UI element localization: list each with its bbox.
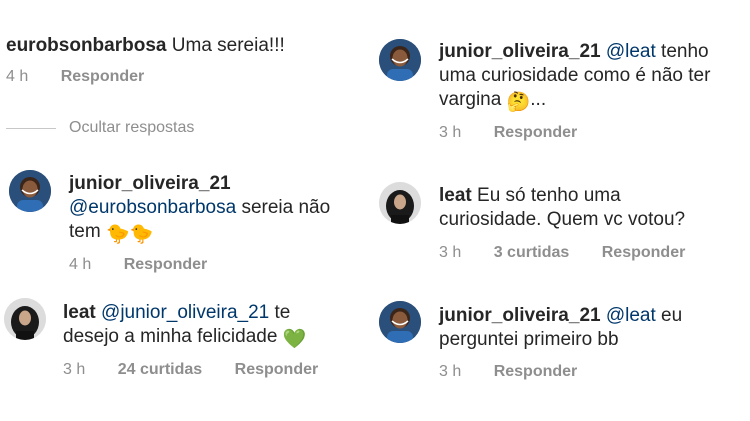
likes-count-link[interactable]: 24 curtidas [118, 361, 202, 378]
comment-text-line1: tenho [655, 41, 709, 62]
timestamp: 3 h [439, 363, 462, 380]
comment-meta: 4 h Responder [6, 67, 144, 87]
avatar-photo-icon [4, 298, 46, 340]
username-link[interactable]: eurobsonbarbosa [6, 35, 166, 56]
hide-replies-button[interactable]: Ocultar respostas [69, 119, 194, 137]
comment-text: Uma sereia!!! [171, 35, 285, 56]
timestamp: 3 h [439, 244, 462, 261]
reply-button[interactable]: Responder [61, 68, 145, 85]
reply-button[interactable]: Responder [124, 256, 208, 273]
reply-button[interactable]: Responder [602, 244, 686, 261]
mention-link[interactable]: @leat [606, 41, 656, 62]
thinking-face-emoji-icon: 🤔 [506, 92, 531, 113]
comment-text-line1: Eu só tenho uma [471, 185, 621, 206]
avatar-photo-icon [379, 39, 421, 81]
comment-body: junior_oliveira_21 @eurobsonbarbosa sere… [69, 172, 369, 247]
avatar[interactable] [379, 39, 421, 81]
right-comments-panel: junior_oliveira_21 @leat tenho uma curio… [375, 0, 750, 421]
username-link[interactable]: leat [439, 185, 472, 206]
comment-text-line2: tem [69, 221, 106, 242]
comment-meta: 3 h Responder [439, 362, 577, 382]
avatar[interactable] [379, 301, 421, 343]
comment-text-line2: perguntei primeiro bb [439, 329, 619, 350]
mention-link[interactable]: @eurobsonbarbosa [69, 197, 236, 218]
comment-text-end: ... [530, 89, 547, 110]
timestamp: 3 h [63, 361, 86, 378]
reply-button[interactable]: Responder [494, 363, 578, 380]
username-link[interactable]: junior_oliveira_21 [439, 41, 601, 62]
comment-meta: 4 h Responder [69, 255, 207, 275]
comment-text-line2: desejo a minha felicidade [63, 326, 283, 347]
likes-count-link[interactable]: 3 curtidas [494, 244, 570, 261]
username-link[interactable]: junior_oliveira_21 [439, 305, 601, 326]
comment-meta: 3 h 3 curtidas Responder [439, 243, 685, 263]
mention-link[interactable]: @leat [606, 305, 656, 326]
comment-meta: 3 h Responder [439, 123, 577, 143]
reply-button[interactable]: Responder [235, 361, 319, 378]
comment-meta: 3 h 24 curtidas Responder [63, 360, 318, 380]
hide-replies-divider [6, 128, 56, 129]
comment-body: leat @junior_oliveira_21 te desejo a min… [63, 301, 368, 352]
comment-text-line3: vargina [439, 89, 507, 110]
green-heart-emoji-icon: 💚 [282, 329, 307, 350]
avatar[interactable] [379, 182, 421, 224]
mention-link[interactable]: @junior_oliveira_21 [101, 302, 269, 323]
comment-body: junior_oliveira_21 @leat eu perguntei pr… [439, 304, 744, 352]
comment-text-line1: sereia não [236, 197, 331, 218]
chick-emoji-icon: 🐤🐤 [105, 224, 154, 245]
comment-body: junior_oliveira_21 @leat tenho uma curio… [439, 40, 747, 115]
username-link[interactable]: leat [63, 302, 96, 323]
avatar-photo-icon [379, 182, 421, 224]
avatar-photo-icon [9, 170, 51, 212]
comment-text-line2: curiosidade. Quem vc votou? [439, 209, 686, 230]
timestamp: 3 h [439, 124, 462, 141]
avatar[interactable] [4, 298, 46, 340]
timestamp: 4 h [69, 256, 92, 273]
comment-text-line1: te [269, 302, 291, 323]
reply-button[interactable]: Responder [494, 124, 578, 141]
left-comments-panel: eurobsonbarbosa Uma sereia!!! 4 h Respon… [0, 0, 375, 421]
timestamp: 4 h [6, 68, 29, 85]
comment-text-line1: eu [655, 305, 683, 326]
avatar[interactable] [9, 170, 51, 212]
avatar-photo-icon [379, 301, 421, 343]
comment-text-line2: uma curiosidade como é não ter [439, 65, 711, 86]
comment-body: leat Eu só tenho uma curiosidade. Quem v… [439, 184, 744, 232]
comment-body: eurobsonbarbosa Uma sereia!!! [6, 34, 366, 58]
username-link[interactable]: junior_oliveira_21 [69, 173, 231, 194]
